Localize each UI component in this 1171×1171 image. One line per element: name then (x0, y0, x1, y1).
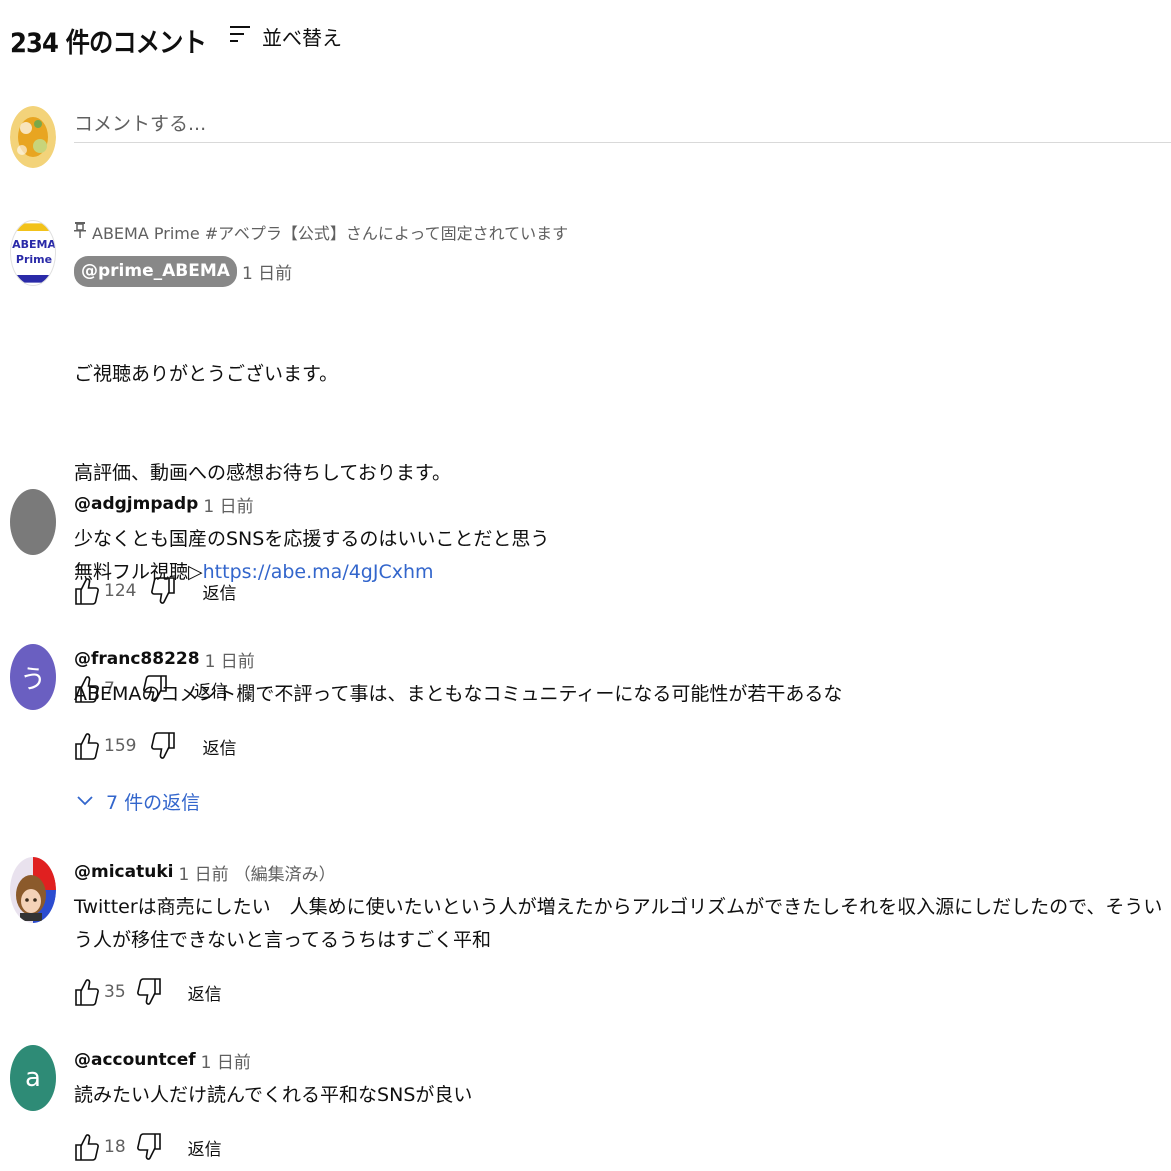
thumbs-up-icon (75, 578, 99, 605)
comment-meta: @franc88228 1 日前 (74, 644, 1171, 674)
comment-actions: 159 返信 (74, 728, 1171, 764)
edited-label: （編集済み） (233, 864, 336, 885)
comment-body: @franc88228 1 日前 ABEMAのコメント欄で不評って事は、まともな… (74, 644, 1171, 764)
comment-compose (10, 106, 1171, 168)
user-avatar[interactable] (10, 106, 56, 168)
replies-count-label: 7 件の返信 (106, 791, 201, 814)
dislike-button[interactable] (136, 977, 162, 1007)
avatar-letter: う (19, 664, 46, 695)
comment-text: 読みたい人だけ読んでくれる平和なSNSが良い (74, 1084, 473, 1106)
comment-body: @accountcef 1 日前 読みたい人だけ読んでくれる平和なSNSが良い … (74, 1045, 1171, 1165)
sort-icon (228, 22, 252, 50)
comment-author[interactable]: @adgjmpadp (74, 494, 198, 514)
comment-text: Twitterは商売にしたい 人集めに使いたいという人が増えたからアルゴリズムが… (74, 896, 1163, 951)
reply-button[interactable]: 返信 (188, 980, 222, 1005)
comment-meta: @accountcef 1 日前 (74, 1045, 1171, 1075)
reply-button[interactable]: 返信 (202, 734, 236, 759)
reply-button[interactable]: 返信 (202, 579, 236, 604)
avatar-letter: a (25, 1063, 41, 1093)
dislike-button[interactable] (150, 576, 176, 606)
comment-text: 少なくとも国産のSNSを応援するのはいいことだと思う (74, 528, 550, 550)
like-button[interactable] (74, 1132, 100, 1162)
comment-count: 234 件のコメント (10, 27, 207, 59)
comment-text: ABEMAのコメント欄で不評って事は、まともなコミュニティーになる可能性が若干あ… (74, 683, 843, 705)
comment-author[interactable]: @franc88228 (74, 649, 200, 669)
pinned-text: ABEMA Prime #アベプラ【公式】さんによって固定されています (92, 224, 569, 243)
like-count: 159 (104, 736, 137, 756)
like-count: 35 (104, 982, 126, 1002)
thumbs-down-icon (136, 1133, 161, 1160)
comment-actions: 124 返信 (74, 573, 1171, 609)
comment-author[interactable]: @micatuki (74, 862, 173, 882)
comment-time[interactable]: 1 日前 (205, 647, 255, 672)
channel-avatar[interactable]: ABEMA Prime (10, 220, 56, 286)
comment-time[interactable]: 1 日前 (203, 492, 253, 517)
dislike-button[interactable] (150, 731, 176, 761)
like-button[interactable] (74, 576, 100, 606)
thumbs-down-icon (136, 978, 161, 1005)
avatar-text-line: ABEMA (12, 238, 56, 251)
thumbs-down-icon (151, 732, 176, 759)
sort-button[interactable]: 並べ替え (228, 20, 342, 52)
comment-meta: @micatuki 1 日前 （編集済み） (74, 857, 1171, 887)
comment-time[interactable]: 1 日前 (242, 259, 292, 284)
comment-meta: @adgjmpadp 1 日前 (74, 489, 1171, 519)
avatar-text-line: Prime (15, 253, 53, 266)
thumbs-up-icon (75, 733, 99, 760)
user-avatar[interactable] (10, 489, 56, 555)
thumbs-up-icon (75, 979, 99, 1006)
comment-body: @adgjmpadp 1 日前 少なくとも国産のSNSを応援するのはいいことだと… (74, 489, 1171, 609)
comment-meta: @prime_ABEMA 1 日前 (74, 254, 1171, 288)
like-button[interactable] (74, 731, 100, 761)
view-replies-button[interactable]: 7 件の返信 (76, 786, 200, 816)
user-avatar[interactable] (10, 857, 56, 923)
sort-label: 並べ替え (262, 25, 342, 50)
thumbs-up-icon (75, 1134, 99, 1161)
comment-time[interactable]: 1 日前 (201, 1048, 251, 1073)
comments-header: 234 件のコメント (10, 18, 228, 62)
like-button[interactable] (74, 977, 100, 1007)
comment-author[interactable]: @prime_ABEMA (74, 255, 237, 287)
user-avatar[interactable]: う (10, 644, 56, 710)
like-count: 124 (104, 581, 137, 601)
reply-button[interactable]: 返信 (188, 1135, 222, 1160)
pin-icon (74, 221, 86, 243)
comment-time[interactable]: 1 日前 (178, 860, 228, 885)
comment-body: ABEMA Prime #アベプラ【公式】さんによって固定されています @pri… (74, 220, 1171, 707)
like-count: 18 (104, 1137, 126, 1157)
comment-body: @micatuki 1 日前 （編集済み） Twitterは商売にしたい 人集め… (74, 857, 1171, 1010)
chevron-down-icon (76, 790, 94, 812)
comment-line: 高評価、動画への感想お待ちしております。 (74, 462, 451, 484)
user-avatar[interactable]: a (10, 1045, 56, 1111)
pinned-label: ABEMA Prime #アベプラ【公式】さんによって固定されています (74, 220, 1171, 244)
thumbs-down-icon (151, 577, 176, 604)
comment-author[interactable]: @accountcef (74, 1050, 196, 1070)
comment-actions: 18 返信 (74, 1129, 1171, 1165)
comment-line: ご視聴ありがとうございます。 (74, 363, 339, 385)
comment-input[interactable] (74, 106, 1171, 143)
comment-actions: 35 返信 (74, 974, 1171, 1010)
dislike-button[interactable] (136, 1132, 162, 1162)
